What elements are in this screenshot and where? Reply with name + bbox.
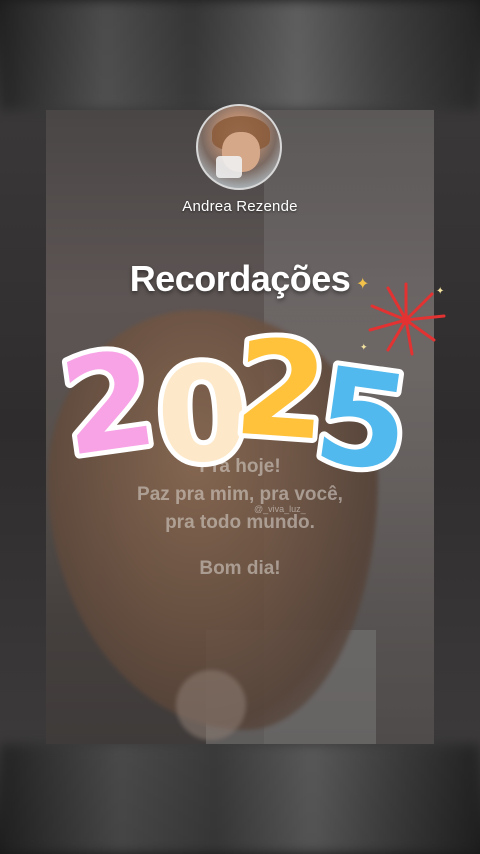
- author-name[interactable]: Andrea Rezende: [0, 198, 480, 215]
- story-viewer[interactable]: Pra hoje! Paz pra mim, pra você, pra tod…: [0, 0, 480, 854]
- digit-2-first: 2: [56, 321, 165, 486]
- avatar-cup: [216, 156, 242, 178]
- blurred-backdrop-bottom: [0, 744, 480, 854]
- watermark: @_viva_luz_: [254, 504, 306, 514]
- caption-line-3: pra todo mundo.: [165, 512, 315, 533]
- blurred-finger: [176, 670, 246, 740]
- blurred-backdrop-top: [0, 0, 480, 110]
- caption-line-4: Bom dia!: [199, 558, 281, 579]
- author-avatar[interactable]: [196, 104, 282, 190]
- year-2025-sticker: ✦ ✦ 2 0 2 5: [56, 282, 446, 490]
- svg-text:✦: ✦: [436, 286, 444, 297]
